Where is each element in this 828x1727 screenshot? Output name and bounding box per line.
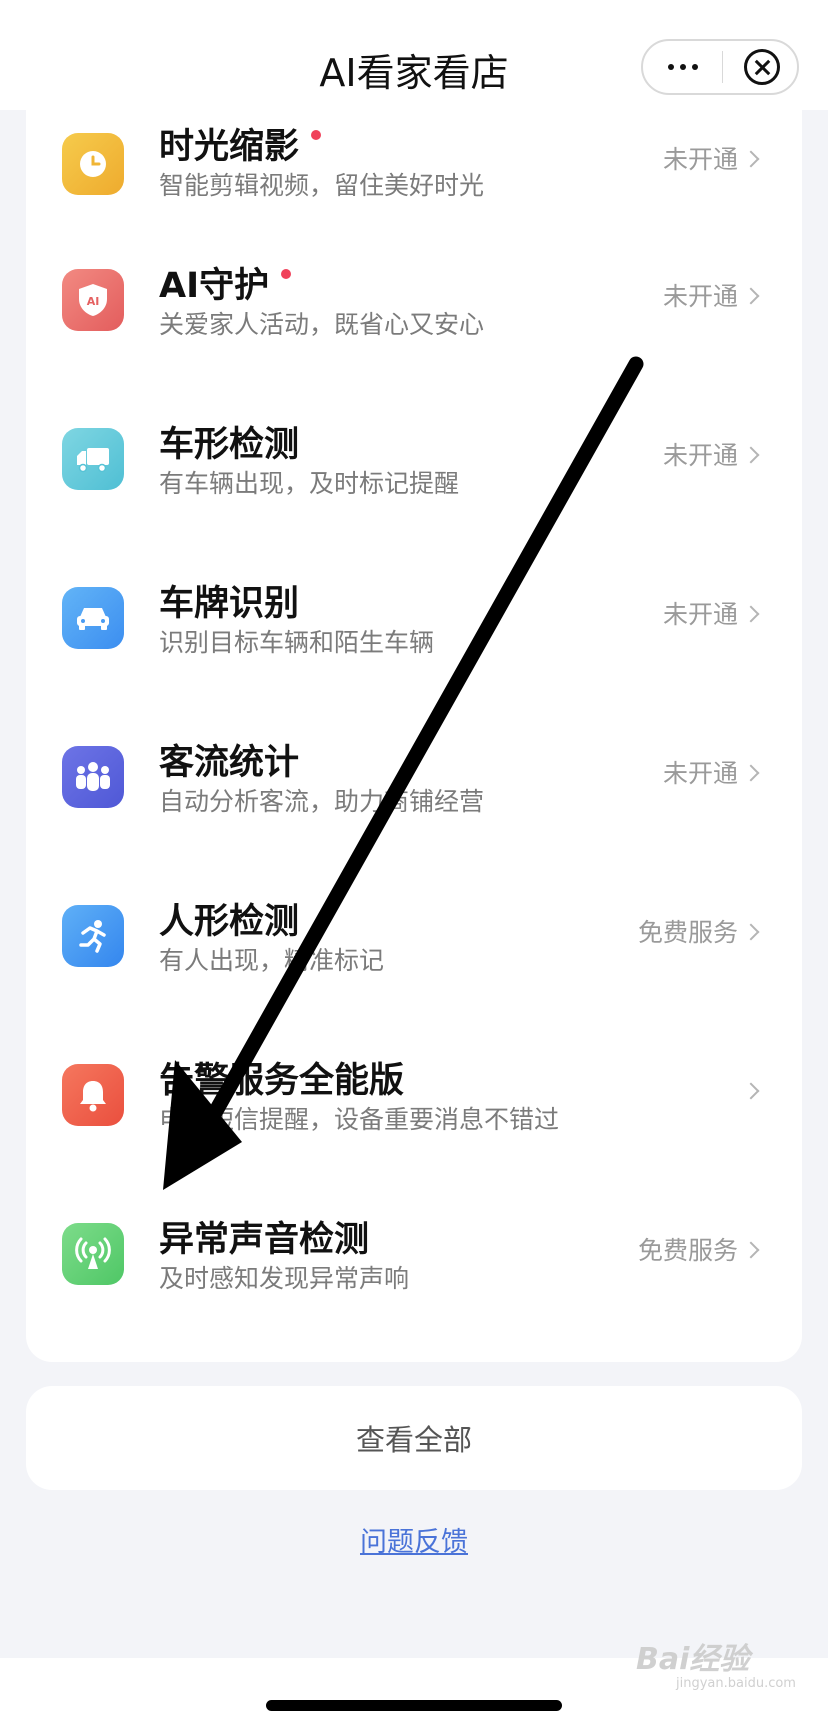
bell-icon bbox=[62, 1064, 124, 1126]
feature-row-human-detection[interactable]: 人形检测 有人出现，精准标记 免费服务 bbox=[26, 869, 802, 1028]
feature-row-plate-recognition[interactable]: 车牌识别 识别目标车辆和陌生车辆 未开通 bbox=[26, 551, 802, 710]
clock-icon bbox=[62, 133, 124, 195]
feature-title: 车牌识别 bbox=[159, 584, 300, 624]
chevron-right-icon bbox=[742, 446, 760, 464]
feature-row-abnormal-sound[interactable]: 异常声音检测 及时感知发现异常声响 免费服务 bbox=[26, 1187, 802, 1346]
feature-subtitle: 自动分析客流，助力商铺经营 bbox=[159, 787, 485, 816]
more-dot-icon bbox=[668, 64, 674, 70]
more-dot-icon bbox=[692, 64, 698, 70]
car-icon bbox=[62, 587, 124, 649]
chevron-right-icon bbox=[742, 1082, 760, 1100]
feature-subtitle: 电话短信提醒，设备重要消息不错过 bbox=[159, 1105, 560, 1134]
feature-title: 时光缩影 bbox=[159, 118, 322, 169]
feature-status: 未开通 bbox=[662, 441, 738, 470]
feature-row-time-lapse[interactable]: 时光缩影 智能剪辑视频，留住美好时光 未开通 bbox=[26, 74, 802, 233]
new-badge-dot bbox=[281, 269, 292, 279]
feedback-link[interactable]: 问题反馈 bbox=[0, 1520, 828, 1559]
svg-text:AI: AI bbox=[87, 295, 100, 308]
new-badge-dot bbox=[311, 130, 322, 140]
chevron-right-icon bbox=[742, 1241, 760, 1259]
feature-subtitle: 识别目标车辆和陌生车辆 bbox=[159, 628, 435, 657]
feature-title: 车形检测 bbox=[159, 425, 300, 465]
feature-subtitle: 有人出现，精准标记 bbox=[159, 946, 385, 975]
feature-title: AI守护 bbox=[159, 257, 292, 308]
chevron-right-icon bbox=[742, 287, 760, 305]
running-person-icon bbox=[62, 905, 124, 967]
people-icon bbox=[62, 746, 124, 808]
chevron-right-icon bbox=[742, 923, 760, 941]
shield-ai-icon: AI bbox=[62, 269, 124, 331]
truck-icon bbox=[62, 428, 124, 490]
more-dot-icon bbox=[680, 64, 686, 70]
feature-list-card: 时光缩影 智能剪辑视频，留住美好时光 未开通 AI AI守护 关爱家人活动，既省… bbox=[26, 110, 802, 1362]
feature-row-ai-guard[interactable]: AI AI守护 关爱家人活动，既省心又安心 未开通 bbox=[26, 233, 802, 392]
feature-row-vehicle-shape[interactable]: 车形检测 有车辆出现，及时标记提醒 未开通 bbox=[26, 392, 802, 551]
chevron-right-icon bbox=[742, 605, 760, 623]
feature-row-customer-flow[interactable]: 客流统计 自动分析客流，助力商铺经营 未开通 bbox=[26, 710, 802, 869]
feature-status: 未开通 bbox=[662, 759, 738, 788]
feature-subtitle: 有车辆出现，及时标记提醒 bbox=[159, 469, 460, 498]
watermark: Bai经验 jingyan.baidu.com bbox=[636, 1642, 796, 1691]
feature-subtitle: 及时感知发现异常声响 bbox=[159, 1264, 410, 1293]
feature-title: 客流统计 bbox=[159, 743, 300, 783]
feature-title: 告警服务全能版 bbox=[159, 1061, 405, 1101]
chevron-right-icon bbox=[742, 764, 760, 782]
feature-subtitle: 智能剪辑视频，留住美好时光 bbox=[159, 171, 485, 200]
feature-status: 未开通 bbox=[662, 600, 738, 629]
feature-status: 未开通 bbox=[662, 145, 738, 174]
feature-subtitle: 关爱家人活动，既省心又安心 bbox=[159, 310, 485, 339]
feature-status: 免费服务 bbox=[637, 918, 738, 947]
feature-title: 异常声音检测 bbox=[159, 1220, 370, 1260]
feature-title: 人形检测 bbox=[159, 902, 300, 942]
view-all-button[interactable]: 查看全部 bbox=[26, 1386, 802, 1490]
feature-status: 免费服务 bbox=[637, 1236, 738, 1265]
feature-status: 未开通 bbox=[662, 282, 738, 311]
sound-broadcast-icon bbox=[62, 1223, 124, 1285]
feature-row-alarm-service[interactable]: 告警服务全能版 电话短信提醒，设备重要消息不错过 bbox=[26, 1028, 802, 1187]
home-indicator bbox=[266, 1700, 562, 1711]
chevron-right-icon bbox=[742, 150, 760, 168]
